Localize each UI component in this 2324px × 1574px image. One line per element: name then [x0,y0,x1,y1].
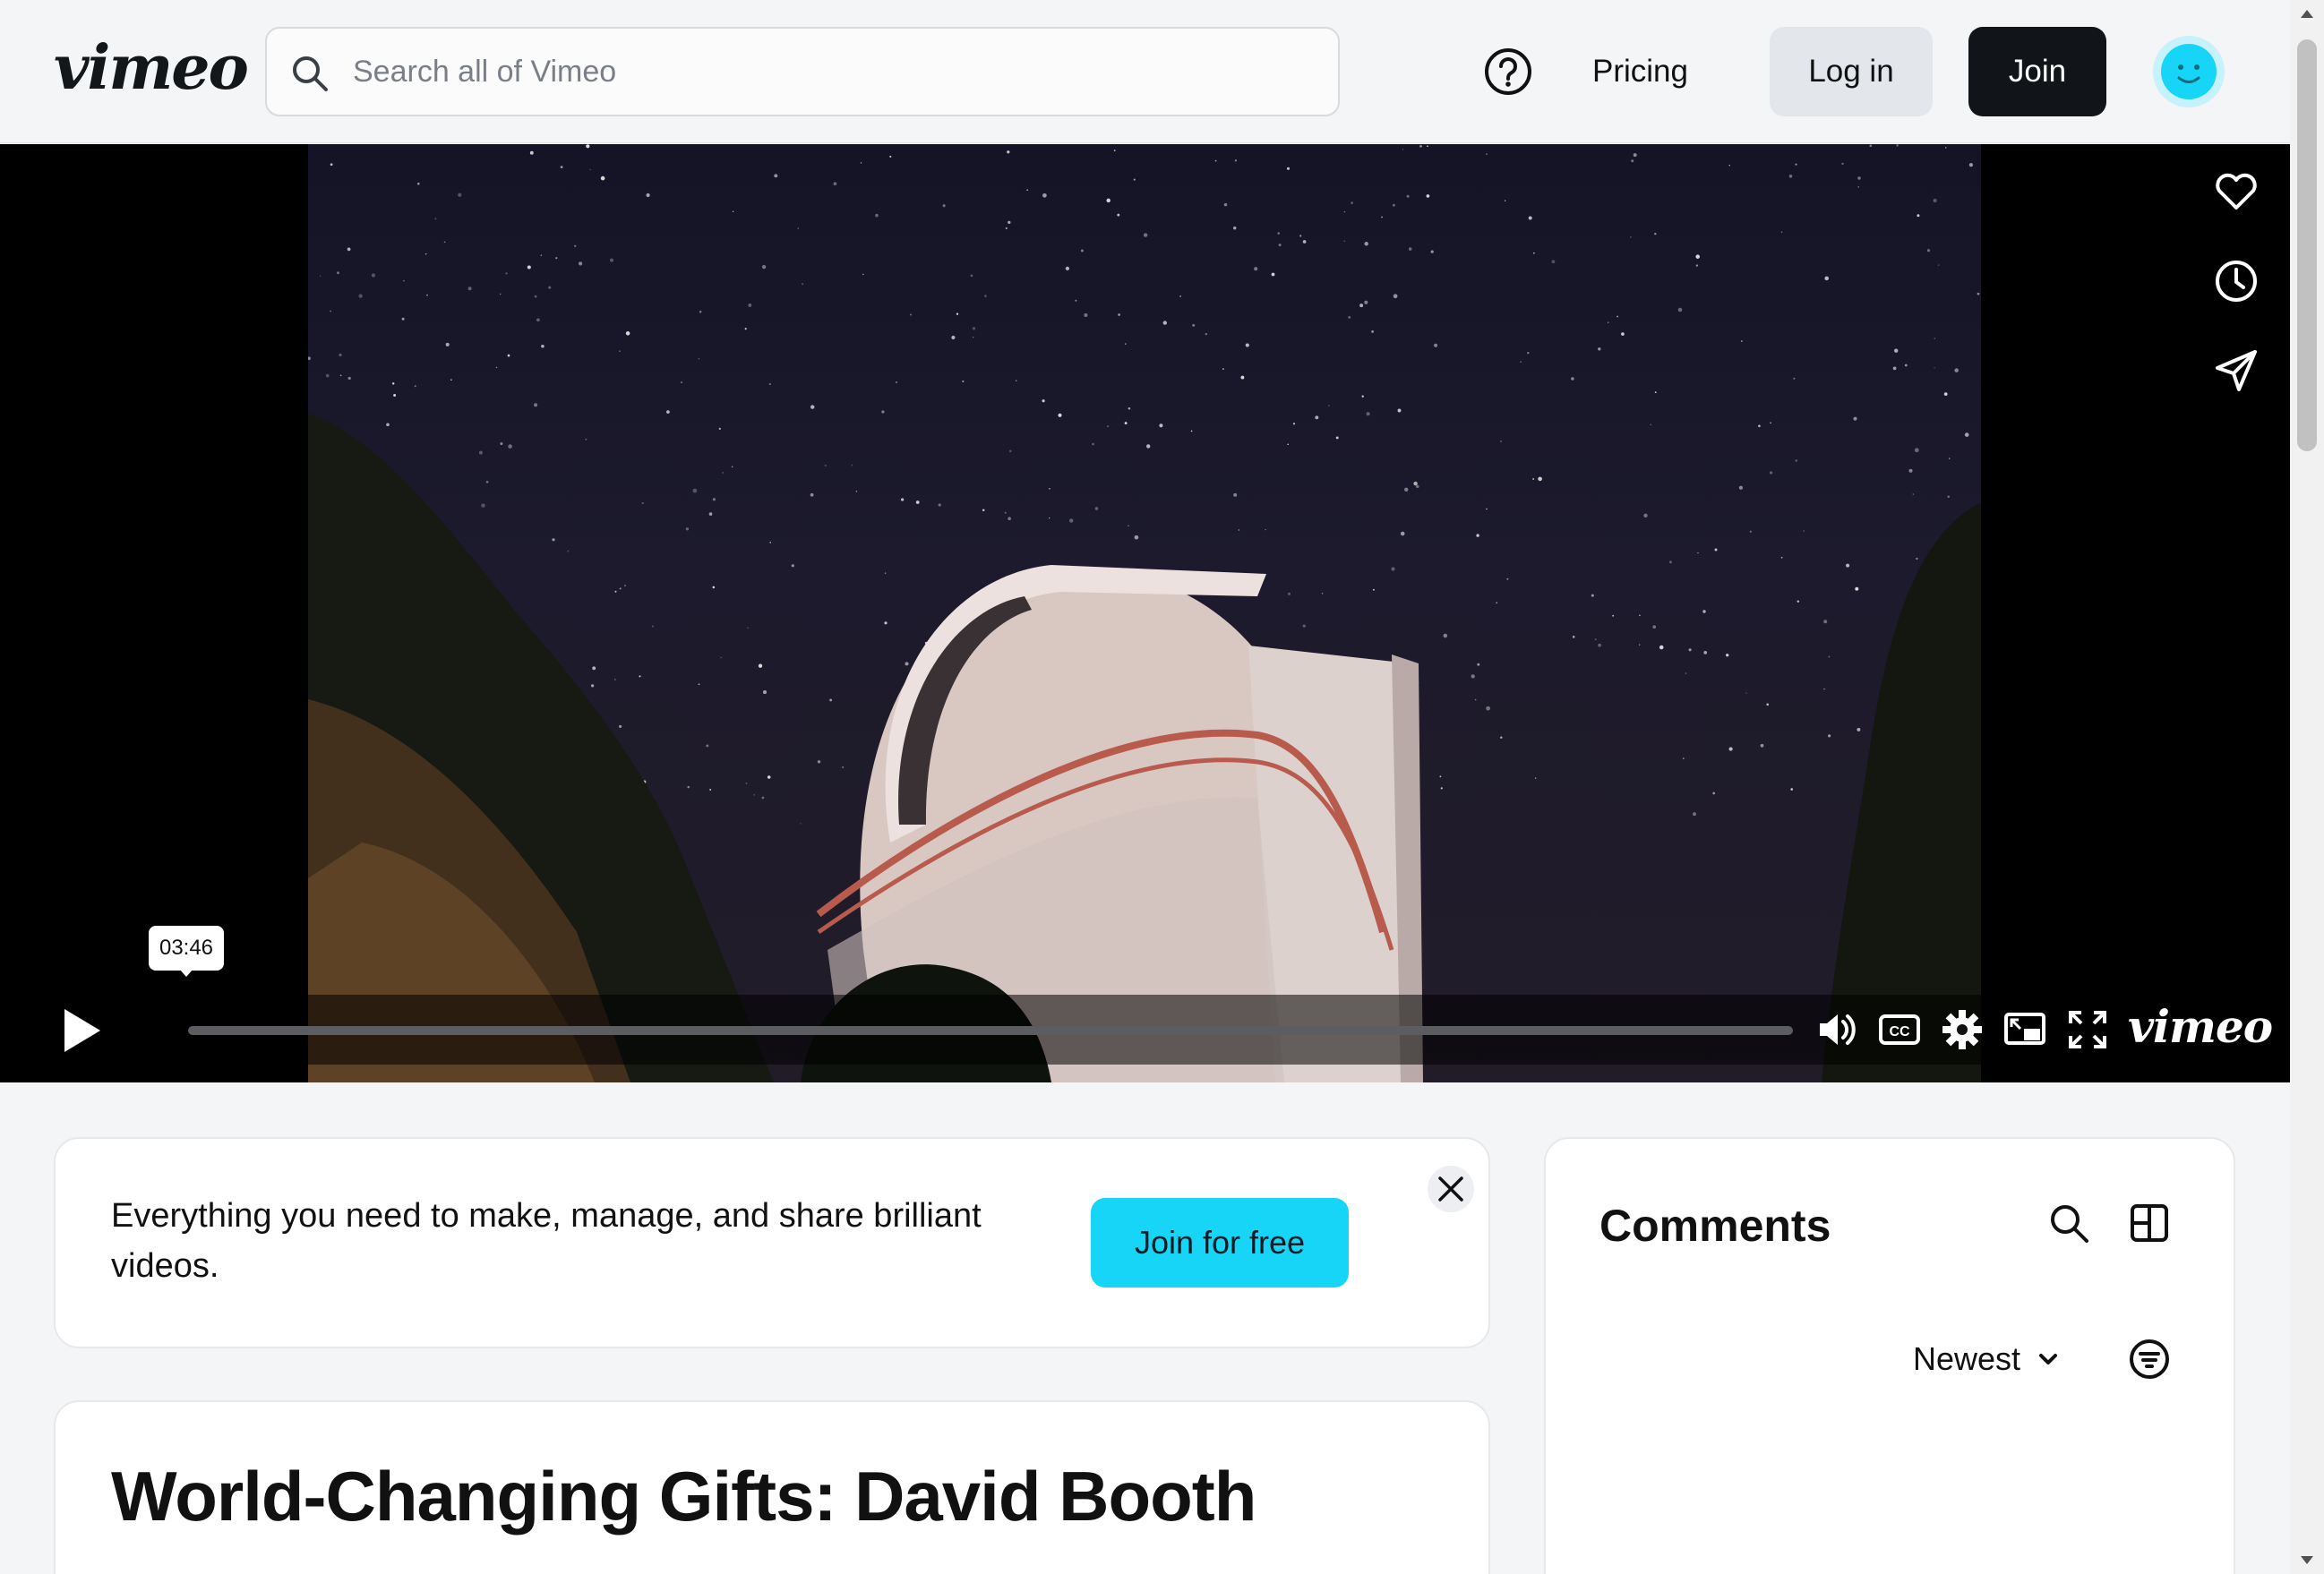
video-info-card: World-Changing Gifts: David Booth [54,1400,1490,1574]
page-scrollbar[interactable] [2290,0,2324,1574]
layout-toggle-icon[interactable] [2128,1202,2171,1245]
progress-bar[interactable] [188,1026,1793,1035]
sort-dropdown[interactable]: Newest [1913,1334,2062,1384]
smiley-icon [2177,64,2200,83]
vimeo-logo[interactable]: vimeo [54,32,249,104]
top-nav: vimeo Pricing Log in Join [0,0,2290,143]
close-icon [1438,1176,1463,1202]
filter-icon[interactable] [2128,1338,2171,1381]
clock-icon[interactable] [2212,257,2260,305]
video-frame[interactable] [308,144,1981,1082]
avatar[interactable] [2153,36,2225,107]
svg-text:CC: CC [1889,1024,1910,1039]
scroll-thumb[interactable] [2297,39,2317,451]
video-title: World-Changing Gifts: David Booth [111,1457,1256,1536]
scroll-down-arrow-icon[interactable] [2298,1551,2316,1569]
video-player[interactable]: 03:46 CC vimeo [0,144,2290,1082]
play-icon[interactable] [57,1005,104,1056]
search-comments-icon[interactable] [2047,1202,2090,1245]
player-controls: 03:46 CC vimeo [0,926,2290,1082]
search-input[interactable] [353,45,1302,98]
volume-icon[interactable] [1814,1007,1859,1052]
pricing-link[interactable]: Pricing [1592,47,1688,97]
banner-text: Everything you need to make, manage, and… [111,1197,982,1285]
player-vimeo-logo[interactable]: vimeo [2128,1000,2273,1053]
chevron-down-icon [2039,1354,2058,1364]
pip-icon[interactable] [2002,1007,2047,1052]
join-for-free-button[interactable]: Join for free [1091,1198,1349,1287]
fullscreen-icon[interactable] [2065,1007,2110,1052]
help-icon[interactable] [1483,47,1533,97]
observatory-scene [308,144,1981,1082]
share-icon[interactable] [2212,346,2260,395]
sort-label: Newest [1913,1340,2021,1377]
search-bar[interactable] [265,27,1340,116]
join-button[interactable]: Join [1968,27,2106,116]
close-banner-button[interactable] [1428,1166,1474,1212]
comments-heading: Comments [1599,1201,1831,1251]
video-side-actions [2212,167,2260,436]
page: vimeo Pricing Log in Join [0,0,2324,1574]
cc-icon[interactable]: CC [1877,1007,1922,1052]
hover-time-tooltip: 03:46 [149,926,224,977]
scroll-up-arrow-icon[interactable] [2298,5,2316,23]
signup-banner: Everything you need to make, manage, and… [54,1137,1490,1348]
comments-panel: Comments Newest [1544,1137,2235,1574]
login-button[interactable]: Log in [1770,27,1933,116]
settings-icon[interactable] [1940,1007,1985,1052]
search-icon [293,56,328,91]
heart-icon[interactable] [2212,167,2260,216]
